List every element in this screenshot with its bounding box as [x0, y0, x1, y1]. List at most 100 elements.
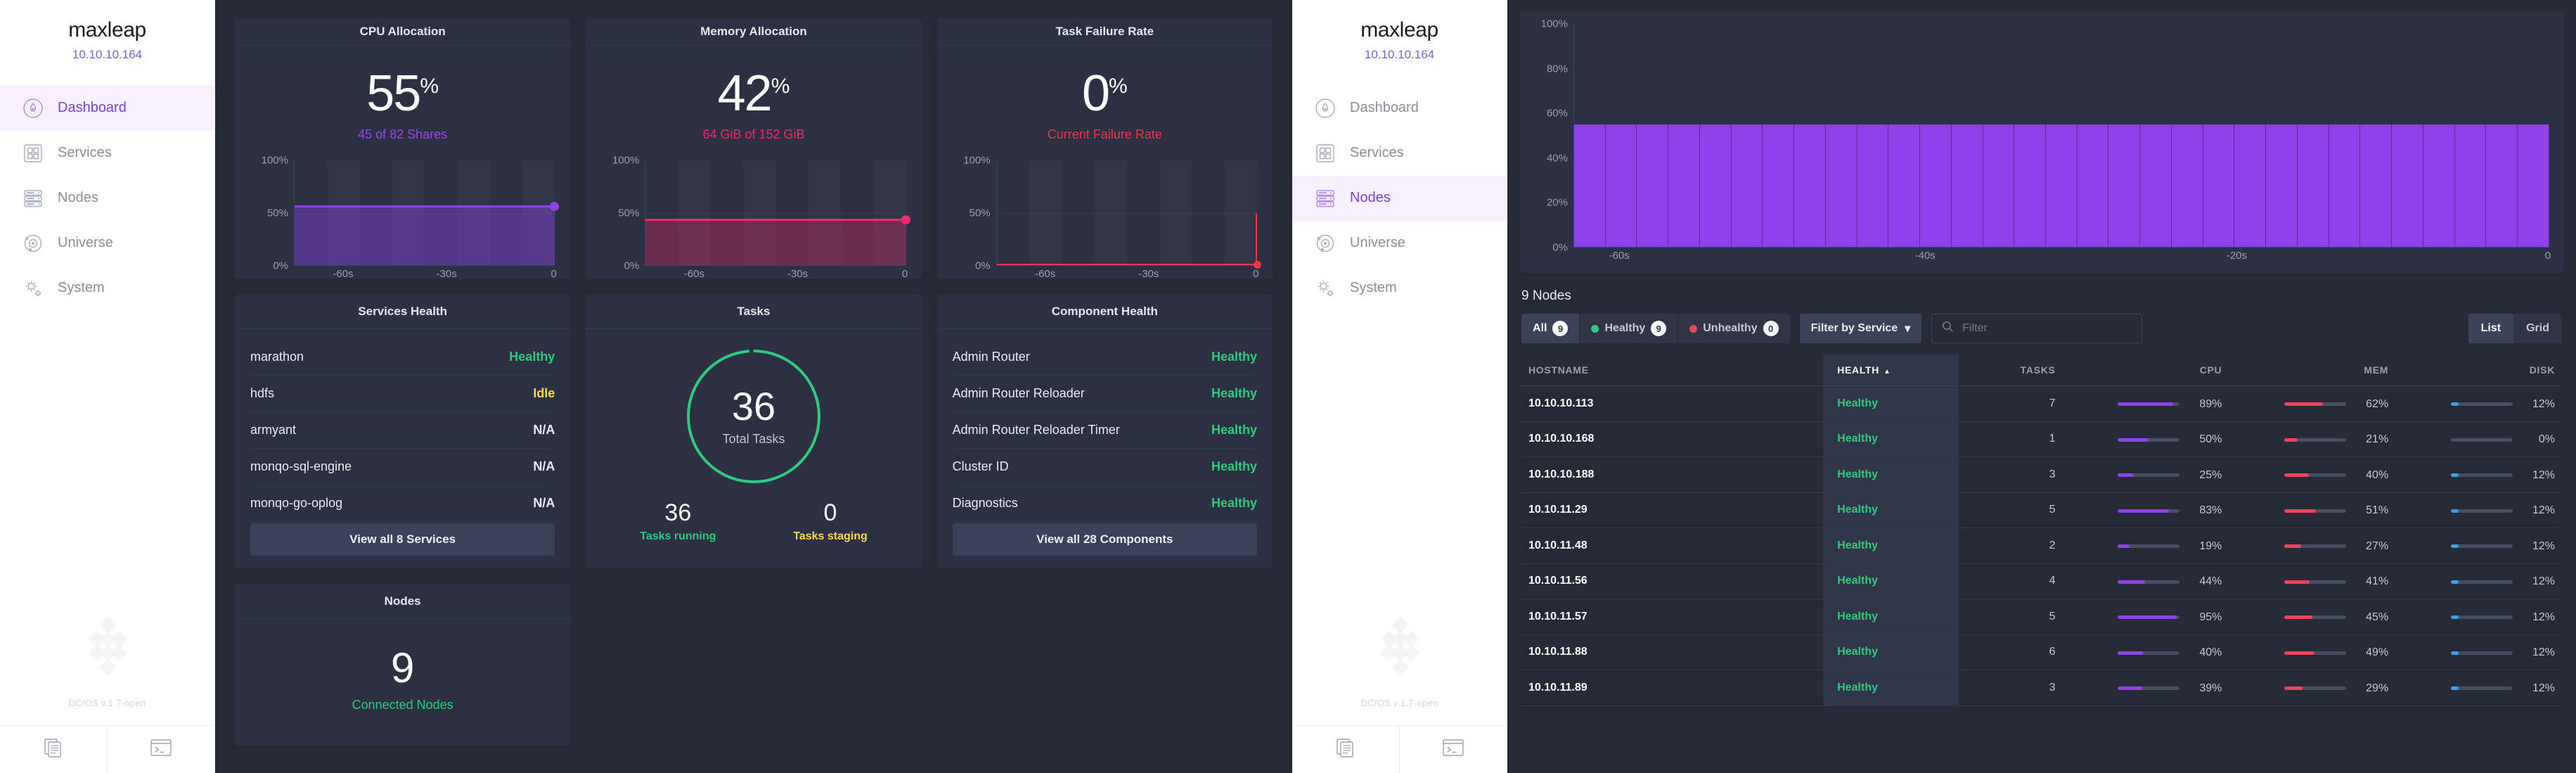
sidebar-item-nodes[interactable]: Nodes: [1292, 175, 1507, 221]
meter: 51%: [2236, 504, 2388, 517]
meter: 41%: [2236, 575, 2388, 588]
legend-staging: 0 Tasks staging: [793, 501, 868, 543]
meter: 49%: [2236, 646, 2388, 659]
sidebar-item-dashboard[interactable]: Dashboard: [0, 85, 214, 131]
meter-value: 40%: [2366, 468, 2389, 481]
table-row[interactable]: 10.10.11.57 Healthy 5 95% 45% 12%: [1521, 599, 2562, 635]
sidebar-item-nodes[interactable]: Nodes: [0, 176, 214, 221]
grid-icon: [1310, 141, 1340, 165]
meter-fill: [2118, 437, 2149, 442]
x-tick: 0: [1253, 268, 1259, 280]
table-row[interactable]: 10.10.10.188 Healthy 3 25% 40% 12%: [1521, 456, 2562, 493]
brand: maxleap 10.10.10.164: [0, 0, 214, 83]
col-cpu[interactable]: CPU: [2062, 354, 2229, 386]
meter-track: [2284, 651, 2347, 655]
table-row[interactable]: 10.10.11.89 Healthy 3 39% 29% 12%: [1521, 670, 2562, 706]
col-health[interactable]: HEALTH ▲: [1823, 354, 1959, 386]
y-axis: 100% 50% 0%: [601, 155, 645, 272]
list-item[interactable]: marathon Healthy: [250, 339, 555, 376]
y-tick: 60%: [1546, 107, 1568, 120]
failure-subtitle: Current Failure Rate: [1047, 127, 1162, 141]
nodes-filter-bar: All 9 Healthy 9 Unhealthy 0 Filter by Se…: [1521, 314, 2562, 343]
meter: 21%: [2236, 433, 2388, 446]
cell-hostname: 10.10.10.113: [1521, 385, 1824, 422]
memory-stat: 42% 64 GiB of 152 GiB: [601, 56, 906, 142]
list-item[interactable]: Admin Router Healthy: [952, 339, 1257, 376]
tasks-legend: 36 Tasks running 0 Tasks staging: [601, 501, 906, 543]
meter-track: [2284, 473, 2347, 477]
list-item[interactable]: Cluster ID Healthy: [952, 449, 1257, 485]
filter-all[interactable]: All 9: [1521, 314, 1580, 343]
orbit-icon: [1310, 231, 1340, 255]
y-tick: 50%: [266, 207, 288, 219]
sidebar-item-label: Nodes: [1350, 190, 1391, 205]
meter-fill: [2284, 437, 2298, 442]
nodes-stat: 9 Connected Nodes: [250, 629, 555, 720]
meter-track: [2451, 402, 2513, 406]
grid-icon: [18, 141, 48, 165]
empty-slot: [937, 584, 1273, 746]
col-tasks[interactable]: TASKS: [1958, 354, 2063, 386]
meter-value: 12%: [2532, 611, 2555, 623]
list-item[interactable]: Admin Router Reloader Healthy: [952, 376, 1257, 412]
view-all-services-button[interactable]: View all 8 Services: [250, 523, 555, 556]
cell-tasks: 1: [1958, 421, 2063, 457]
cell-hostname: 10.10.10.188: [1521, 456, 1824, 493]
connected-nodes-count: 9: [390, 644, 415, 691]
list-item[interactable]: hdfs Idle: [250, 376, 555, 412]
list-item[interactable]: Admin Router Reloader Timer Healthy: [952, 412, 1257, 449]
cell-hostname: 10.10.11.29: [1521, 492, 1824, 528]
sidebar-item-system[interactable]: System: [0, 266, 214, 311]
view-all-components-button[interactable]: View all 28 Components: [952, 523, 1257, 556]
table-row[interactable]: 10.10.10.168 Healthy 1 50% 21% 0%: [1521, 421, 2562, 457]
meter-track: [2451, 615, 2513, 619]
table-row[interactable]: 10.10.10.113 Healthy 7 89% 62% 12%: [1521, 385, 2562, 422]
filter-healthy[interactable]: Healthy 9: [1580, 314, 1679, 343]
docs-button[interactable]: [1292, 726, 1399, 773]
col-disk[interactable]: DISK: [2395, 354, 2562, 386]
cli-button[interactable]: [107, 726, 214, 773]
sidebar-item-universe[interactable]: Universe: [0, 221, 214, 266]
table-row[interactable]: 10.10.11.88 Healthy 6 40% 49% 12%: [1521, 634, 2562, 670]
cli-button[interactable]: [1399, 726, 1507, 773]
meter: 12%: [2402, 540, 2555, 553]
sidebar-item-dashboard[interactable]: Dashboard: [1292, 86, 1507, 131]
meter-track: [2118, 580, 2180, 584]
list-item[interactable]: Diagnostics Healthy: [952, 485, 1257, 522]
bar: [1731, 124, 1763, 247]
legend-running: 36 Tasks running: [640, 501, 716, 543]
bar: [2046, 124, 2078, 247]
meter-track: [2284, 544, 2347, 548]
list-item[interactable]: monqo-sql-engine N/A: [250, 449, 555, 485]
col-mem[interactable]: MEM: [2229, 354, 2396, 386]
view-list-button[interactable]: List: [2468, 314, 2514, 343]
cell-mem: 41%: [2229, 563, 2396, 599]
sidebar-item-services[interactable]: Services: [1292, 131, 1507, 176]
sidebar-item-services[interactable]: Services: [0, 131, 214, 176]
meter-value: 12%: [2532, 682, 2555, 694]
meter-track: [2118, 651, 2180, 655]
card-nodes: Nodes 9 Connected Nodes: [235, 584, 571, 746]
sidebar-item-universe[interactable]: Universe: [1292, 221, 1507, 266]
plot-area: -60s -40s -20s 0: [1573, 24, 2551, 262]
table-row[interactable]: 10.10.11.48 Healthy 2 19% 27% 12%: [1521, 528, 2562, 564]
filter-unhealthy[interactable]: Unhealthy 0: [1678, 314, 1789, 343]
list-item[interactable]: armyant N/A: [250, 412, 555, 449]
x-axis: -60s -30s 0: [684, 268, 908, 283]
cell-health: Healthy: [1823, 670, 1959, 706]
meter-fill: [2118, 615, 2177, 619]
table-row[interactable]: 10.10.11.56 Healthy 4 44% 41% 12%: [1521, 563, 2562, 599]
y-tick: 100%: [261, 154, 288, 167]
meter-fill: [2284, 651, 2315, 655]
table-row[interactable]: 10.10.11.29 Healthy 5 83% 51% 12%: [1521, 492, 2562, 528]
view-grid-button[interactable]: Grid: [2513, 314, 2562, 343]
docs-button[interactable]: [0, 726, 107, 773]
plot-area: -60s -30s 0: [645, 160, 910, 280]
sidebar-item-system[interactable]: System: [1292, 266, 1507, 311]
search-box[interactable]: [1931, 314, 2143, 343]
list-item[interactable]: monqo-go-oplog N/A: [250, 485, 555, 522]
filter-by-service-dropdown[interactable]: Filter by Service ▾: [1799, 314, 1922, 343]
col-hostname[interactable]: HOSTNAME: [1521, 354, 1824, 386]
meter-fill: [2118, 686, 2142, 690]
search-input[interactable]: [1961, 321, 2132, 336]
